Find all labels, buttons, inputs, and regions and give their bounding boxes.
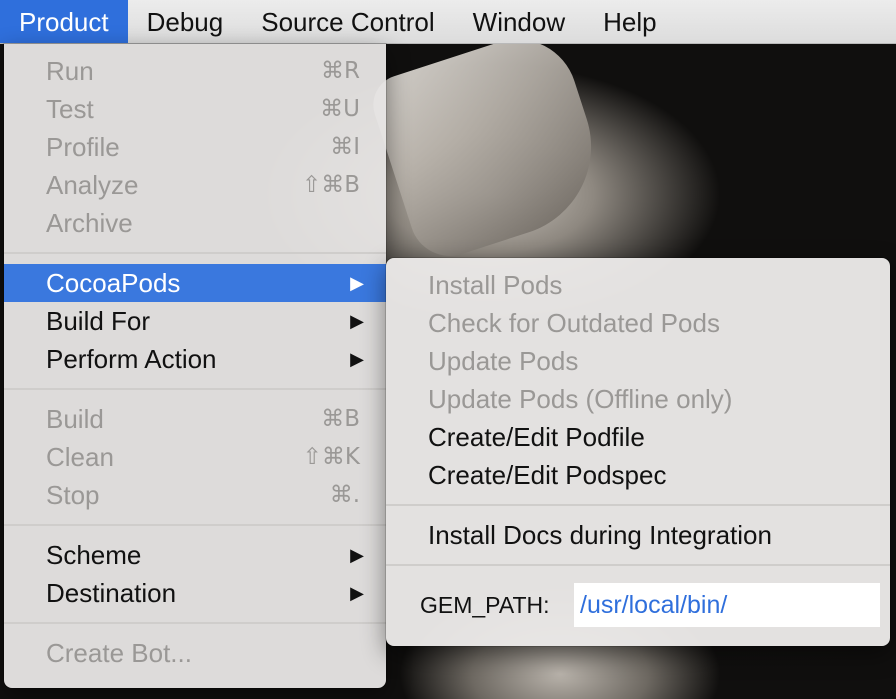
menu-item-label: Perform Action [46,344,217,374]
menu-item-build-for[interactable]: Build For ▶ [4,302,386,340]
product-menu: Run ⌘R Test ⌘U Profile ⌘I Analyze ⇧⌘B Ar… [4,44,386,688]
submenu-arrow-icon: ▶ [350,545,364,565]
gem-path-input[interactable] [574,583,880,627]
menu-separator [4,388,386,390]
shortcut-label: ⌘I [330,134,360,160]
menu-item-label: Destination [46,578,177,608]
shortcut-label: ⌘B [321,406,360,432]
menu-item-label: Create Bot... [46,638,192,668]
menubar-source-control[interactable]: Source Control [242,0,453,43]
menu-item-destination[interactable]: Destination ▶ [4,574,386,612]
menu-item-create-bot[interactable]: Create Bot... [4,634,386,672]
shortcut-label: ⌘. [329,482,360,508]
shortcut-label: ⌘U [320,96,360,122]
menu-separator [4,622,386,624]
menu-item-test[interactable]: Test ⌘U [4,90,386,128]
shortcut-label: ⇧⌘K [302,444,360,470]
menu-item-stop[interactable]: Stop ⌘. [4,476,386,514]
shortcut-label: ⇧⌘B [301,172,360,198]
menu-item-label: Test [46,94,94,124]
menu-item-archive[interactable]: Archive [4,204,386,242]
submenu-item-check-outdated-pods[interactable]: Check for Outdated Pods [386,304,890,342]
menu-item-label: Run [46,56,94,86]
menu-item-run[interactable]: Run ⌘R [4,52,386,90]
submenu-arrow-icon: ▶ [350,583,364,603]
submenu-arrow-icon: ▶ [350,273,364,293]
menu-separator [386,564,890,566]
submenu-item-update-pods-offline[interactable]: Update Pods (Offline only) [386,380,890,418]
menu-item-label: Archive [46,208,133,238]
gem-path-row: GEM_PATH: [386,576,890,634]
menu-item-cocoapods[interactable]: CocoaPods ▶ [4,264,386,302]
cocoapods-submenu: Install Pods Check for Outdated Pods Upd… [386,258,890,646]
menu-item-build[interactable]: Build ⌘B [4,400,386,438]
submenu-item-update-pods[interactable]: Update Pods [386,342,890,380]
gem-path-label: GEM_PATH: [420,591,550,618]
submenu-item-install-pods[interactable]: Install Pods [386,266,890,304]
menu-separator [4,252,386,254]
submenu-item-create-edit-podfile[interactable]: Create/Edit Podfile [386,418,890,456]
menu-item-label: Analyze [46,170,139,200]
menu-separator [386,504,890,506]
menu-item-profile[interactable]: Profile ⌘I [4,128,386,166]
menu-item-label: Stop [46,480,100,510]
submenu-arrow-icon: ▶ [350,311,364,331]
menu-item-label: Build [46,404,104,434]
menu-item-label: Scheme [46,540,142,570]
menu-item-scheme[interactable]: Scheme ▶ [4,536,386,574]
menu-item-label: Clean [46,442,114,472]
menubar-debug[interactable]: Debug [128,0,243,43]
menu-item-label: Build For [46,306,151,336]
submenu-arrow-icon: ▶ [350,349,364,369]
menu-item-clean[interactable]: Clean ⇧⌘K [4,438,386,476]
menu-item-label: Profile [46,132,120,162]
menu-item-label: CocoaPods [46,268,181,298]
shortcut-label: ⌘R [321,58,360,84]
menu-item-analyze[interactable]: Analyze ⇧⌘B [4,166,386,204]
menubar-window[interactable]: Window [454,0,584,43]
submenu-item-install-docs[interactable]: Install Docs during Integration [386,516,890,554]
menu-item-perform-action[interactable]: Perform Action ▶ [4,340,386,378]
menu-bar: Product Debug Source Control Window Help [0,0,896,44]
menubar-product[interactable]: Product [0,0,128,43]
submenu-item-create-edit-podspec[interactable]: Create/Edit Podspec [386,456,890,494]
menu-separator [4,524,386,526]
menubar-help[interactable]: Help [584,0,675,43]
